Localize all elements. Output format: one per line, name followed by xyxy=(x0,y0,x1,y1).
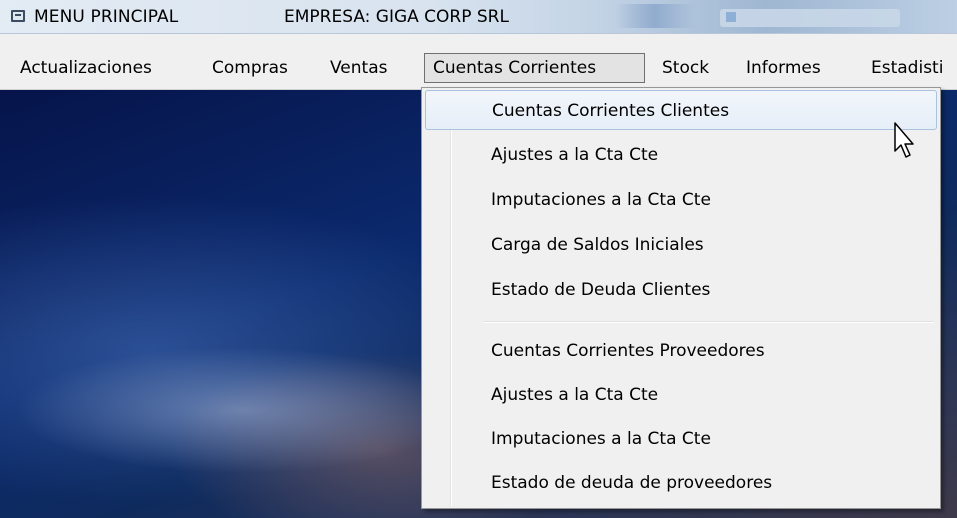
menu-item-label: Imputaciones a la Cta Cte xyxy=(491,190,711,210)
app-icon[interactable] xyxy=(11,10,25,22)
menu-item-imputaciones-proveedores[interactable]: Imputaciones a la Cta Cte xyxy=(425,419,937,459)
menu-item-estado-deuda-clientes[interactable]: Estado de Deuda Clientes xyxy=(425,270,937,310)
menu-stock[interactable]: Stock xyxy=(662,54,709,82)
menu-item-label: Cuentas Corrientes Clientes xyxy=(492,101,730,121)
company-name: EMPRESA: GIGA CORP SRL xyxy=(284,7,509,27)
menu-item-label: Estado de Deuda Clientes xyxy=(491,280,711,300)
menu-item-label: Carga de Saldos Iniciales xyxy=(491,235,704,255)
menu-compras[interactable]: Compras xyxy=(212,54,288,82)
title-bar: MENU PRINCIPAL EMPRESA: GIGA CORP SRL xyxy=(0,0,957,34)
menu-item-label: Imputaciones a la Cta Cte xyxy=(491,429,711,449)
menu-estadisticas[interactable]: Estadisti xyxy=(871,54,943,82)
menu-cuentas-corrientes[interactable]: Cuentas Corrientes xyxy=(424,53,645,83)
menu-item-label: Ajustes a la Cta Cte xyxy=(491,385,659,405)
background-window-tab xyxy=(720,9,900,27)
menu-item-label: Cuentas Corrientes Proveedores xyxy=(491,341,765,361)
menu-bar: Actualizaciones Compras Ventas Cuentas C… xyxy=(0,34,957,90)
menu-ventas[interactable]: Ventas xyxy=(330,54,387,82)
menu-item-carga-saldos-iniciales[interactable]: Carga de Saldos Iniciales xyxy=(425,225,937,265)
menu-separator xyxy=(484,321,934,323)
menu-item-ajustes-clientes[interactable]: Ajustes a la Cta Cte xyxy=(425,135,937,175)
menu-item-ajustes-proveedores[interactable]: Ajustes a la Cta Cte xyxy=(425,375,937,415)
cuentas-corrientes-dropdown: Cuentas Corrientes Clientes Ajustes a la… xyxy=(421,87,941,509)
menu-item-label: Estado de deuda de proveedores xyxy=(491,473,773,493)
menu-item-label: Ajustes a la Cta Cte xyxy=(491,145,659,165)
menu-item-cuentas-corrientes-clientes[interactable]: Cuentas Corrientes Clientes xyxy=(425,90,937,130)
window-title: MENU PRINCIPAL xyxy=(34,7,179,27)
background-window-glow xyxy=(615,4,695,28)
menu-item-cuentas-corrientes-proveedores[interactable]: Cuentas Corrientes Proveedores xyxy=(425,331,937,371)
window-icon xyxy=(726,12,736,22)
mouse-pointer-icon xyxy=(894,122,914,158)
menu-item-estado-deuda-proveedores[interactable]: Estado de deuda de proveedores xyxy=(425,463,937,503)
menu-informes[interactable]: Informes xyxy=(746,54,821,82)
menu-actualizaciones[interactable]: Actualizaciones xyxy=(20,54,152,82)
menu-item-imputaciones-clientes[interactable]: Imputaciones a la Cta Cte xyxy=(425,180,937,220)
